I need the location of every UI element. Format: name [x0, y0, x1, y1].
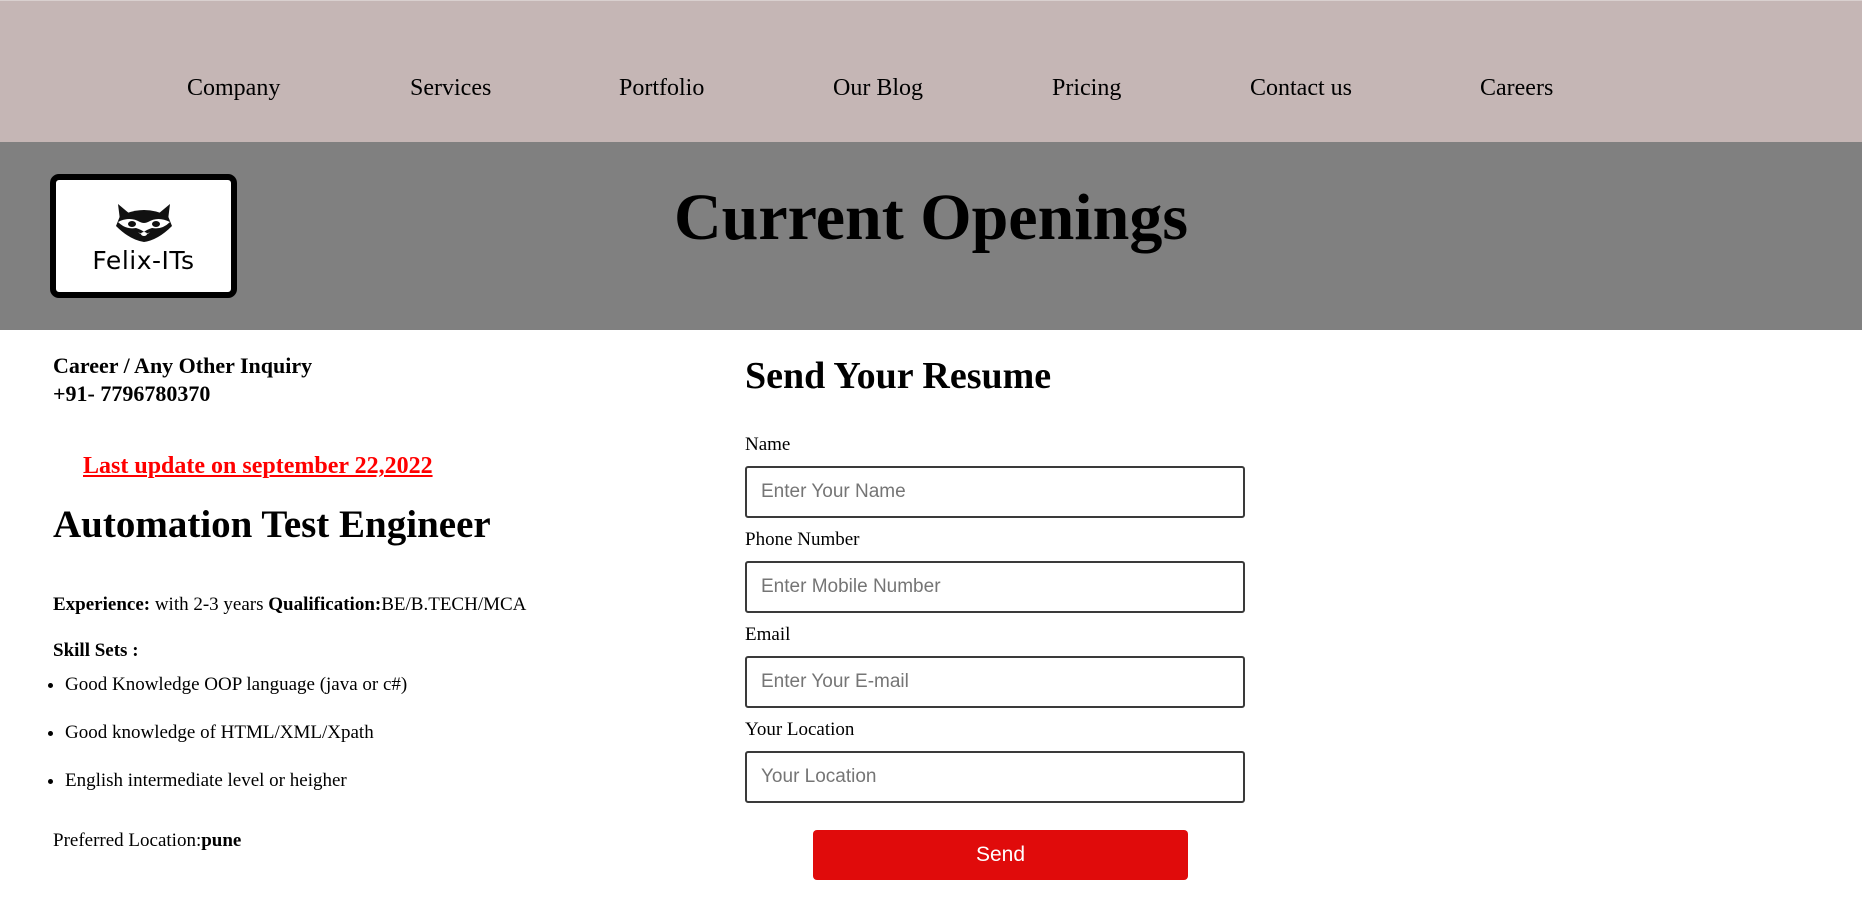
location-field-label: Your Location [745, 719, 855, 740]
name-field-label: Name [745, 434, 791, 455]
nav-item-pricing[interactable]: Pricing [1052, 75, 1121, 102]
email-input[interactable] [745, 656, 1245, 708]
location-input[interactable] [745, 751, 1245, 803]
preferred-location: Preferred Location:pune [53, 830, 241, 852]
resume-form-title: Send Your Resume [745, 355, 1052, 397]
nav-item-portfolio[interactable]: Portfolio [619, 75, 704, 102]
email-field-label: Email [745, 624, 791, 645]
phone-input[interactable] [745, 561, 1245, 613]
name-input[interactable] [745, 466, 1245, 518]
top-navigation: Company Services Portfolio Our Blog Pric… [0, 0, 1862, 142]
job-title: Automation Test Engineer [53, 503, 491, 546]
nav-item-services[interactable]: Services [410, 75, 491, 102]
send-button[interactable]: Send [813, 830, 1188, 880]
qualification-value: BE/B.TECH/MCA [381, 594, 527, 615]
skill-list: Good Knowledge OOP language (java or c#)… [0, 674, 407, 818]
last-update-notice: Last update on september 22,2022 [83, 453, 433, 479]
nav-item-our-blog[interactable]: Our Blog [833, 75, 923, 102]
contact-info: Career / Any Other Inquiry +91- 77967803… [53, 352, 693, 408]
preferred-location-label: Preferred Location: [53, 830, 202, 851]
experience-value: with 2-3 years [150, 594, 269, 615]
job-experience-line: Experience: with 2-3 years Qualification… [53, 594, 526, 616]
skill-sets-heading: Skill Sets : [53, 640, 139, 661]
experience-label: Experience: [53, 594, 151, 615]
preferred-location-value: pune [201, 830, 242, 851]
phone-field-label: Phone Number [745, 529, 860, 550]
inquiry-label: Career / Any Other Inquiry [53, 353, 313, 378]
page-title: Current Openings [673, 181, 1188, 254]
skill-item: English intermediate level or heigher [65, 770, 407, 818]
qualification-label: Qualification: [268, 594, 382, 615]
nav-item-company[interactable]: Company [187, 75, 280, 102]
nav-item-careers[interactable]: Careers [1480, 75, 1553, 102]
nav-item-contact-us[interactable]: Contact us [1250, 75, 1352, 102]
skill-item: Good knowledge of HTML/XML/Xpath [65, 722, 407, 770]
skill-item: Good Knowledge OOP language (java or c#) [65, 674, 407, 722]
inquiry-phone: +91- 7796780370 [53, 381, 211, 406]
